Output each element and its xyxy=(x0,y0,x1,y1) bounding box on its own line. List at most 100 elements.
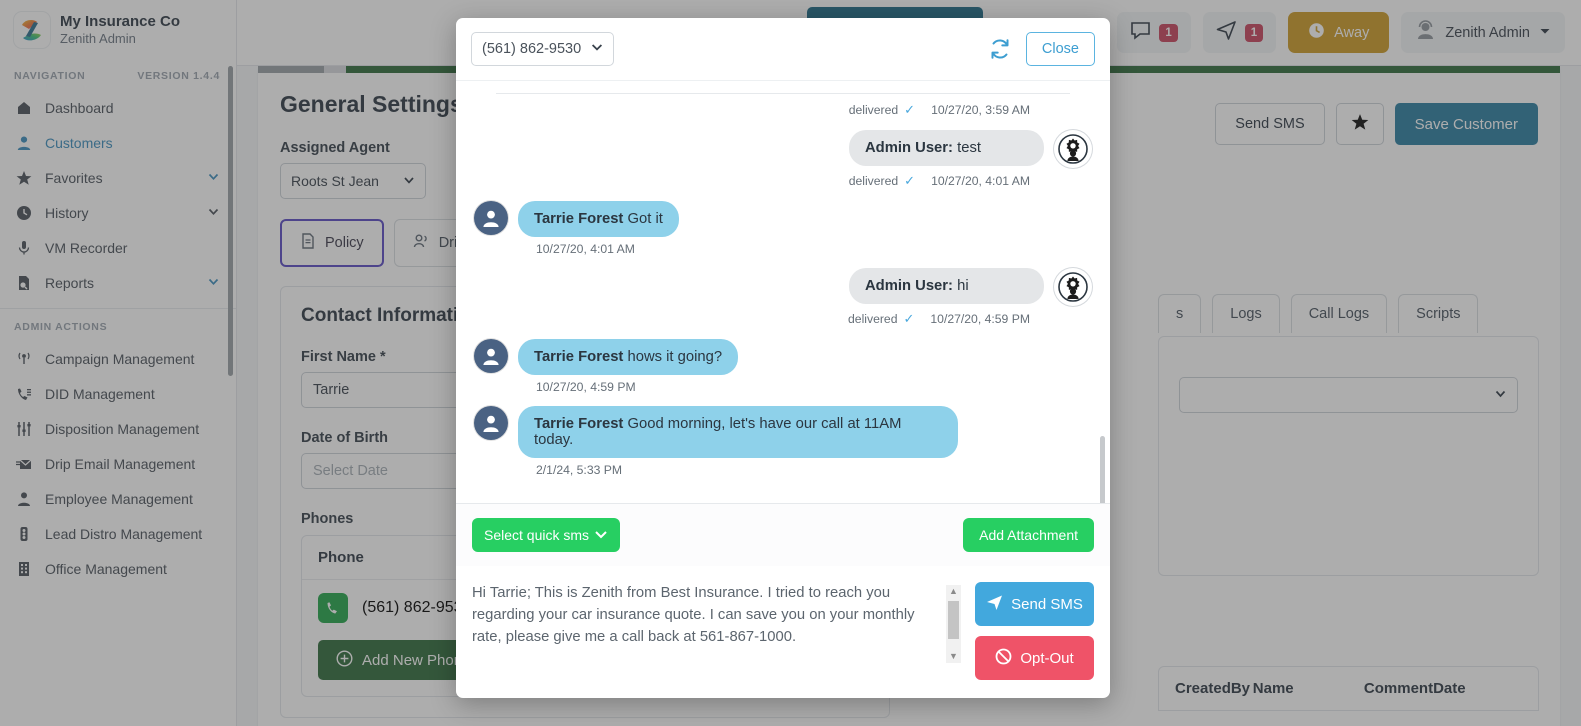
message-status: delivered xyxy=(848,312,898,326)
brand-name: My Insurance Co xyxy=(60,13,181,30)
status-away-button[interactable]: Away xyxy=(1288,12,1390,53)
textarea-scrollbar[interactable]: ▲ ▼ xyxy=(946,585,961,663)
save-customer-button[interactable]: Save Customer xyxy=(1394,103,1538,145)
sidebar-item-office-management[interactable]: Office Management xyxy=(0,551,236,586)
message-timestamp: 10/27/20, 4:01 AM xyxy=(931,174,1030,188)
sidebar-item-label: History xyxy=(45,204,89,221)
tab-notes[interactable]: s xyxy=(1158,294,1202,333)
send-badge: 1 xyxy=(1244,23,1264,42)
admin-avatar-icon xyxy=(1054,268,1092,306)
sidebar-item-label: Employee Management xyxy=(45,490,193,507)
assigned-agent-select[interactable]: Roots St Jean xyxy=(280,163,426,199)
chat-bubble-icon xyxy=(1130,20,1151,46)
sidebar-item-lead-distro-management[interactable]: Lead Distro Management xyxy=(0,516,236,551)
message-sender: Admin User: xyxy=(865,278,953,294)
brand-subtitle: Zenith Admin xyxy=(60,31,136,46)
document-icon xyxy=(300,233,316,253)
status-label: Away xyxy=(1334,24,1370,41)
chevron-down-icon xyxy=(594,527,608,544)
sidebar-item-campaign-management[interactable]: Campaign Management xyxy=(0,341,236,376)
nav-header: NAVIGATION VERSION 1.4.4 xyxy=(0,58,236,90)
admin-avatar-icon xyxy=(1054,130,1092,168)
compose-textarea[interactable]: Hi Tarrie; This is Zenith from Best Insu… xyxy=(472,582,961,666)
chat-notifications-button[interactable]: 1 xyxy=(1117,12,1191,53)
sidebar-scrollbar[interactable] xyxy=(228,66,233,376)
page-title: General Settings xyxy=(280,91,463,117)
sidebar-item-label: Reports xyxy=(45,274,95,291)
message-row: Tarrie Forest Got it xyxy=(474,201,1092,237)
message-meta: 10/27/20, 4:01 AM xyxy=(536,242,635,256)
brand[interactable]: My Insurance Co Zenith Admin xyxy=(0,0,236,58)
add-attachment-button[interactable]: Add Attachment xyxy=(963,518,1094,552)
sidebar-item-employee-management[interactable]: Employee Management xyxy=(0,481,236,516)
sidebar-item-label: VM Recorder xyxy=(45,239,128,256)
tab-logs[interactable]: Logs xyxy=(1212,294,1280,333)
sidebar-item-favorites[interactable]: Favorites xyxy=(0,160,236,195)
scrollbar-thumb[interactable] xyxy=(948,601,959,639)
message-sender: Tarrie Forest xyxy=(534,211,624,227)
user-name: Zenith Admin xyxy=(1445,24,1530,41)
clock-icon xyxy=(1308,22,1325,43)
version-label: VERSION 1.4.4 xyxy=(137,70,220,82)
column-created-by: CreatedBy xyxy=(1175,680,1251,697)
right-panel-select[interactable] xyxy=(1179,377,1518,413)
send-sms-button[interactable]: Send SMS xyxy=(975,582,1094,626)
sidebar-item-customers[interactable]: Customers xyxy=(0,125,236,160)
admin-actions-header: ADMIN ACTIONS xyxy=(0,309,236,341)
message-row: Admin User: hi xyxy=(474,268,1092,306)
sidebar-item-dashboard[interactable]: Dashboard xyxy=(0,90,236,125)
check-icon: ✓ xyxy=(903,311,915,326)
building-icon xyxy=(15,560,32,577)
employee-icon xyxy=(15,490,32,507)
chat-messages[interactable]: delivered ✓ 10/27/20, 3:59 AM Admin User… xyxy=(456,81,1110,503)
favorite-button[interactable] xyxy=(1335,103,1384,145)
tab-call-logs[interactable]: Call Logs xyxy=(1290,294,1388,333)
chevron-down-icon xyxy=(403,173,415,189)
message-timestamp: 10/27/20, 4:59 PM xyxy=(930,312,1030,326)
message-sender: Tarrie Forest xyxy=(534,416,624,432)
sidebar-item-reports[interactable]: Reports xyxy=(0,265,236,300)
chevron-down-icon xyxy=(207,170,220,186)
sidebar-item-disposition-management[interactable]: Disposition Management xyxy=(0,411,236,446)
phone-value: (561) 862-9530 xyxy=(362,599,472,616)
header-actions: Send SMS Save Customer xyxy=(1215,91,1538,145)
scroll-down-icon[interactable]: ▼ xyxy=(949,652,958,661)
sidebar-item-vm-recorder[interactable]: VM Recorder xyxy=(0,230,236,265)
paper-plane-icon xyxy=(1216,20,1237,46)
user-menu[interactable]: Zenith Admin xyxy=(1401,12,1565,53)
chat-scrollbar[interactable] xyxy=(1100,436,1105,503)
tab-scripts[interactable]: Scripts xyxy=(1398,294,1479,333)
tab-policy[interactable]: Policy xyxy=(280,219,384,267)
user-icon xyxy=(15,134,32,151)
plus-circle-icon xyxy=(336,649,353,671)
close-button[interactable]: Close xyxy=(1025,32,1095,66)
sidebar-item-label: Disposition Management xyxy=(45,420,200,437)
composer-toolbar: Select quick sms Add Attachment xyxy=(456,503,1110,566)
traffic-light-icon xyxy=(15,525,32,542)
compose-textarea-wrap: Hi Tarrie; This is Zenith from Best Insu… xyxy=(472,582,961,680)
column-name: Name xyxy=(1252,680,1294,697)
sidebar-item-did-management[interactable]: DID Management xyxy=(0,376,236,411)
refresh-icon[interactable] xyxy=(988,37,1012,61)
phone-icon[interactable] xyxy=(318,593,348,623)
opt-out-button[interactable]: Opt-Out xyxy=(975,636,1094,680)
add-new-phone-label: Add New Phone xyxy=(362,651,471,669)
scroll-up-icon[interactable]: ▲ xyxy=(949,587,958,596)
sidebar-item-drip-email-management[interactable]: Drip Email Management xyxy=(0,446,236,481)
message-text: test xyxy=(957,140,981,156)
right-panel xyxy=(1158,336,1539,576)
modal-header: (561) 862-9530 Close xyxy=(456,18,1110,81)
chat-divider xyxy=(496,93,1070,94)
sidebar-item-history[interactable]: History xyxy=(0,195,236,230)
send-sms-label: Send SMS xyxy=(1011,595,1083,613)
quick-sms-select[interactable]: Select quick sms xyxy=(472,518,620,552)
sidebar-item-label: Dashboard xyxy=(45,99,114,116)
message-row: Tarrie Forest Good morning, let's have o… xyxy=(474,406,1092,458)
composer-body: Hi Tarrie; This is Zenith from Best Insu… xyxy=(456,566,1110,698)
message-row: Admin User: test xyxy=(474,130,1092,168)
phone-number-select[interactable]: (561) 862-9530 xyxy=(471,32,615,66)
send-notifications-button[interactable]: 1 xyxy=(1202,12,1277,53)
notes-table-header: CreatedBy Name Comment Date xyxy=(1158,666,1539,711)
send-sms-button[interactable]: Send SMS xyxy=(1215,103,1325,145)
right-tabs: s Logs Call Logs Scripts xyxy=(1158,294,1479,333)
